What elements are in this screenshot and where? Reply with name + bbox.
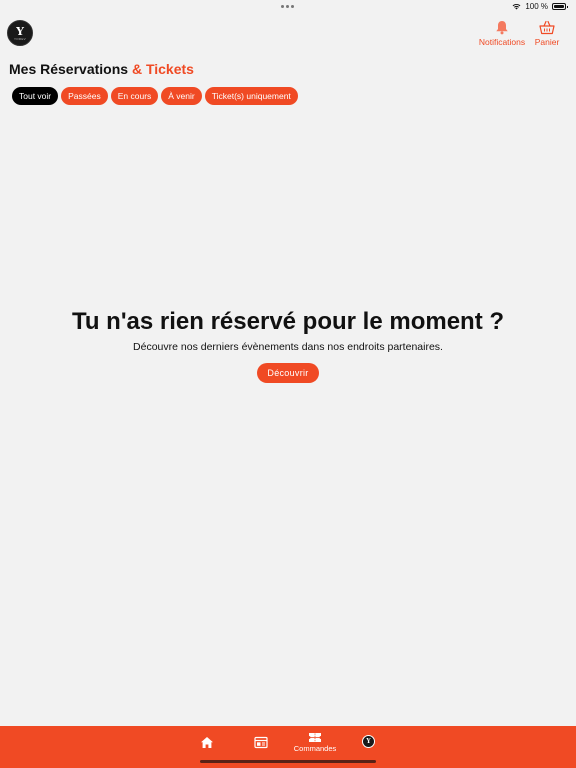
battery-level [554,5,564,8]
cart-button[interactable]: Panier [532,20,562,47]
filter-chip-upcoming[interactable]: À venir [161,87,202,105]
empty-state-title: Tu n'as rien réservé pour le moment ? [71,308,505,335]
bell-icon [496,21,508,35]
discover-button[interactable]: Découvrir [257,363,319,383]
filter-chip-all[interactable]: Tout voir [12,87,59,105]
tab-home[interactable] [200,736,214,749]
home-indicator [200,760,376,763]
logo-letter: Y [16,24,24,38]
status-bar: 100 % [0,0,576,14]
multitasking-dots-icon[interactable] [281,5,294,8]
tab-orders[interactable]: Commandes [293,732,337,753]
profile-avatar-icon: Y [362,735,375,748]
page-title-main: Mes Réservations [9,61,129,77]
avatar-letter: Y [366,738,371,745]
basket-icon [539,20,555,35]
events-icon [254,736,268,749]
filter-chip-past[interactable]: Passées [61,87,108,105]
tab-profile[interactable]: Y [362,735,375,748]
filter-chip-tickets-only[interactable]: Ticket(s) uniquement [204,87,298,105]
tab-events[interactable] [254,736,268,749]
wifi-icon [512,3,521,10]
home-icon [201,737,213,748]
tab-orders-label: Commandes [293,744,337,753]
battery-icon [552,3,568,10]
notifications-button[interactable]: Notifications [477,20,527,47]
brand-logo[interactable]: Y YOREV [7,20,33,46]
notifications-label: Notifications [478,37,526,47]
logo-text: YOREV [13,36,26,41]
cart-label: Panier [534,37,560,47]
empty-state-subtitle: Découvre nos derniers évènements dans no… [133,341,443,353]
filter-chips: Tout voir Passées En cours À venir Ticke… [12,87,298,105]
battery-percentage: 100 % [525,2,548,11]
bottom-tab-bar: Commandes Y [0,726,576,768]
filter-chip-ongoing[interactable]: En cours [110,87,159,105]
status-right: 100 % [512,2,568,11]
ticket-icon [309,733,321,742]
page-title-accent: & Tickets [131,61,194,77]
page-title: Mes Réservations & Tickets [9,61,194,77]
